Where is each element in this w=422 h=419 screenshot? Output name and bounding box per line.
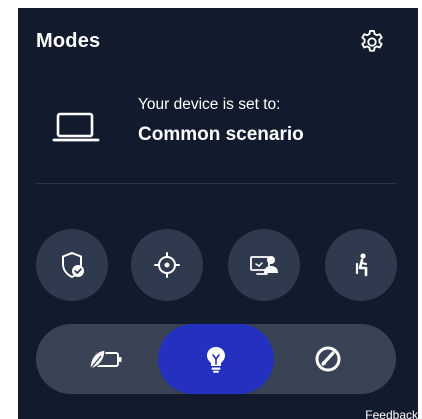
balanced-mode[interactable] [158, 324, 274, 394]
status-caption: Your device is set to: [138, 96, 281, 113]
modes-panel: Modes Your device is set to: Common scen… [18, 8, 418, 419]
seated-person-icon [355, 253, 368, 277]
security-mode-button[interactable] [36, 229, 108, 301]
battery-leaf-icon [89, 349, 122, 370]
gear-icon [361, 29, 383, 52]
divider [36, 183, 396, 184]
presentation-person-icon [250, 256, 278, 275]
feedback-link[interactable]: Feedback [365, 408, 418, 419]
focus-mode-button[interactable] [131, 229, 203, 301]
crosshair-icon [154, 252, 180, 278]
presentation-mode-button[interactable] [228, 229, 300, 301]
shield-check-icon [62, 251, 84, 279]
battery-saver-mode[interactable] [48, 324, 164, 394]
current-mode-label: Common scenario [138, 124, 304, 145]
posture-mode-button[interactable] [325, 229, 397, 301]
performance-mode[interactable] [270, 324, 386, 394]
lightbulb-icon [207, 347, 225, 373]
laptop-icon [52, 108, 100, 148]
settings-button[interactable] [356, 26, 388, 58]
panel-title: Modes [36, 30, 101, 52]
speedometer-icon [315, 346, 341, 372]
